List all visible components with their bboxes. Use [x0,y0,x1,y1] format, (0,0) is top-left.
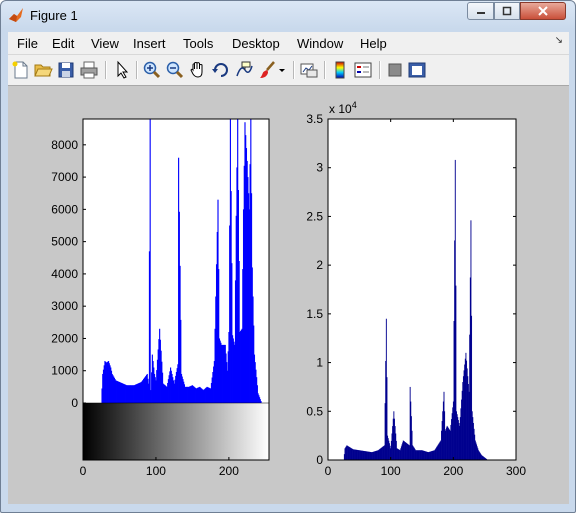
data-cursor-icon[interactable] [234,60,254,80]
dock-arrow-icon[interactable]: ↘ [555,35,563,46]
matlab-app-icon [9,8,23,22]
right-x-tick-label: 100 [381,464,401,478]
toolbar-separator [324,61,326,79]
menu-insert[interactable]: Insert [133,36,166,51]
left-x-tick-label: 0 [80,464,87,478]
minimize-button[interactable] [467,2,494,20]
right-y-tick-label: 0 [316,453,323,467]
figure-plots: 0100020003000400050006000700080000 100 200… [51,100,526,478]
pan-hand-icon[interactable] [188,60,208,80]
menu-file[interactable]: File [17,36,38,51]
left-y-tick-label: 3000 [51,299,78,313]
edit-plot-arrow-icon[interactable] [112,60,132,80]
figure-canvas: 0 1000 2000 3000 4000 5000 6000 7000 8000 0 100 200… [8,86,569,504]
zoom-in-icon[interactable] [142,60,162,80]
toolbar-separator [379,61,381,79]
left-x-tick-label: 100 [146,464,166,478]
menu-tools[interactable]: Tools [183,36,213,51]
right-x-tick-label: 0 [325,464,332,478]
left-y-tick-label: 0 [71,396,78,410]
menu-window[interactable]: Window [297,36,343,51]
save-icon[interactable] [56,60,76,80]
right-y-tick-label: 1 [316,356,323,370]
title-bar[interactable]: Figure 1 [1,1,575,31]
menu-view[interactable]: View [91,36,119,51]
close-button[interactable] [520,2,566,20]
left-y-tick-label: 4000 [51,267,78,281]
brush-dropdown-icon[interactable] [277,60,287,80]
left-y-tick-label: 1000 [51,364,78,378]
left-y-tick-label: 7000 [51,170,78,184]
menu-edit[interactable]: Edit [52,36,74,51]
insert-legend-icon[interactable] [353,60,373,80]
toolbar-separator [105,61,107,79]
maximize-button[interactable] [494,2,520,20]
menu-help[interactable]: Help [360,36,387,51]
show-plot-tools-icon[interactable] [407,60,427,80]
right-y-tick-label: 0.5 [306,404,323,418]
left-y-tick-label: 8000 [51,138,78,152]
open-file-icon[interactable] [33,60,53,80]
right-y-tick-label: 2 [316,258,323,272]
window-title: Figure 1 [30,8,78,23]
new-figure-icon[interactable] [11,60,31,80]
right-y-tick-label: 2.5 [306,209,323,223]
toolbar-separator [136,61,138,79]
histogram-bar [149,119,151,403]
right-x-tick-label: 200 [443,464,463,478]
figure-toolbar [8,55,569,86]
left-y-tick-label: 6000 [51,202,78,216]
right-y-exponent-label: x 104 [329,100,357,116]
right-y-tick-label: 3.5 [306,112,323,126]
minimize-icon [476,12,485,14]
brush-icon[interactable] [258,60,278,80]
right-y-tick-label: 3 [316,161,323,175]
link-plot-icon[interactable] [299,60,319,80]
right-x-tick-label: 300 [506,464,526,478]
grayscale-colorbar [83,403,269,460]
toolbar-separator [293,61,295,79]
figure-window: Figure 1 File Edit View Insert Tools Des… [0,0,576,513]
menu-desktop[interactable]: Desktop [232,36,280,51]
zoom-out-icon[interactable] [165,60,185,80]
left-y-tick-label: 5000 [51,235,78,249]
left-y-tick-label: 2000 [51,331,78,345]
rotate-3d-icon[interactable] [211,60,231,80]
print-icon[interactable] [79,60,99,80]
menu-bar: File Edit View Insert Tools Desktop Wind… [8,32,569,55]
insert-colorbar-icon[interactable] [330,60,350,80]
close-icon [538,6,548,16]
maximize-icon [502,6,512,16]
right-axes-background [328,119,516,460]
left-x-tick-label: 200 [219,464,239,478]
hide-plot-tools-icon[interactable] [385,60,405,80]
right-y-tick-label: 1.5 [306,307,323,321]
